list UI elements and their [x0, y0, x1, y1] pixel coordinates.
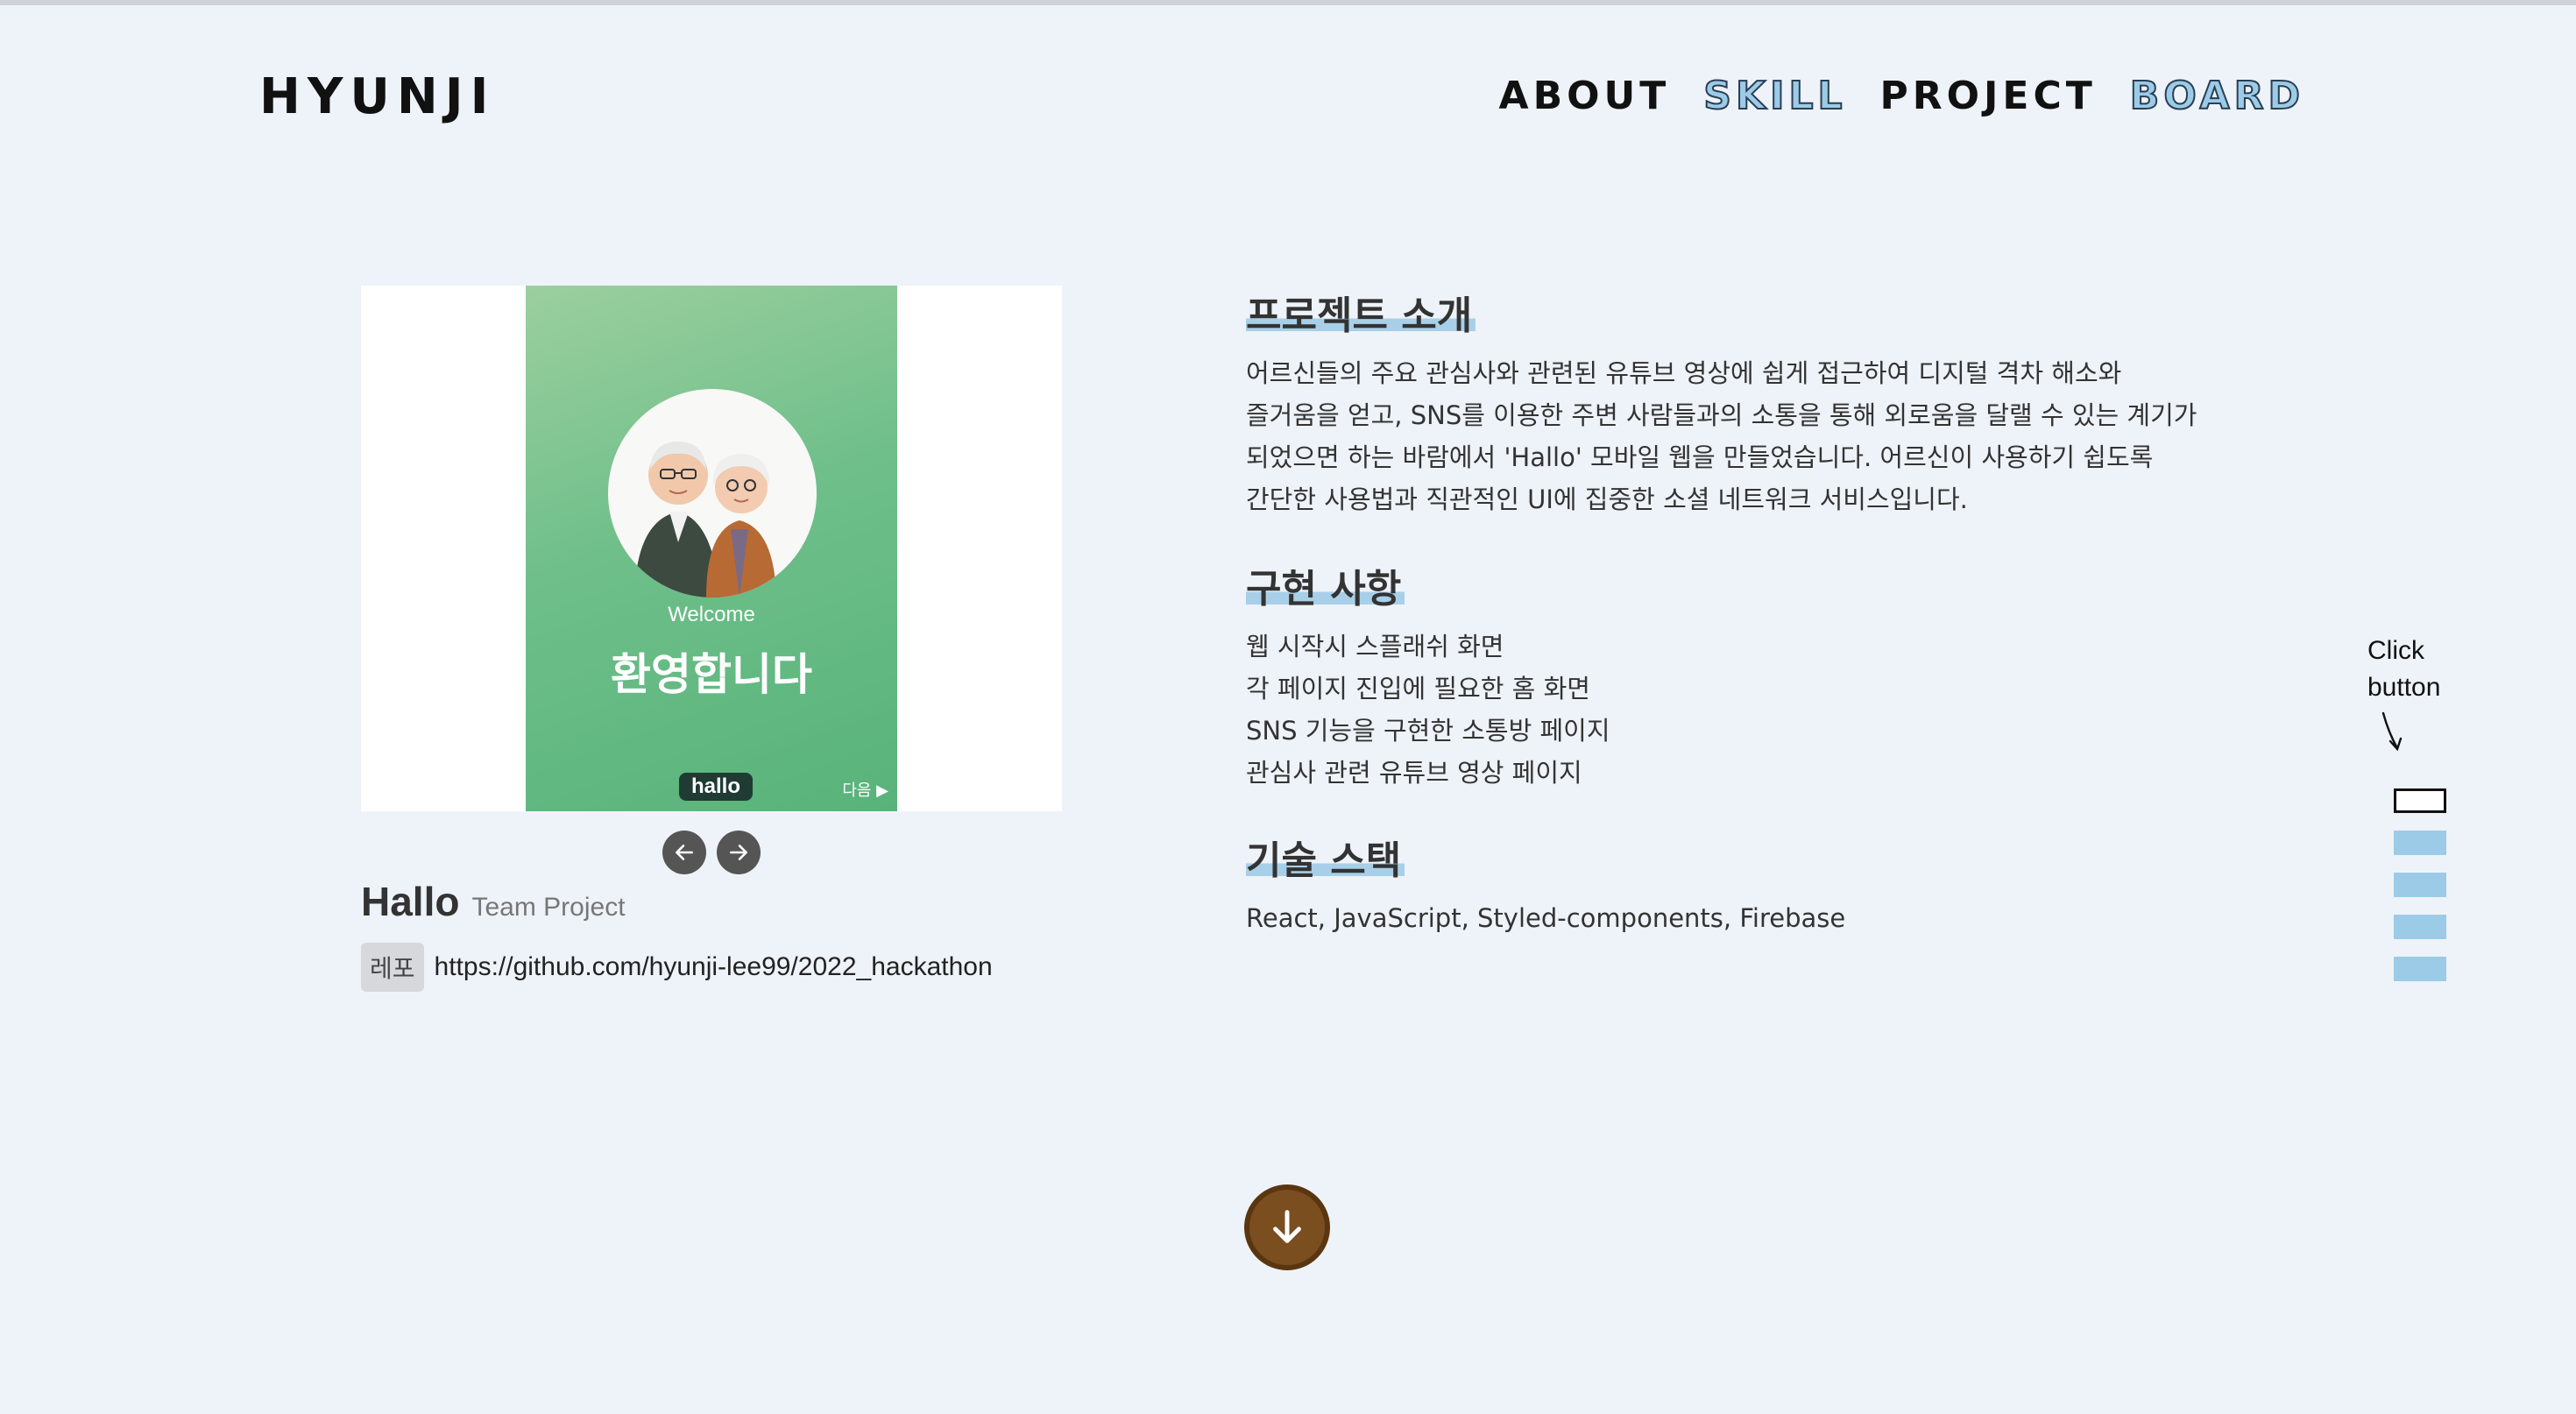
page-indicator-2[interactable]: [2394, 831, 2446, 855]
nav-skill[interactable]: SKILL: [1702, 73, 1846, 119]
list-item: 웹 시작시 스플래쉬 화면: [1246, 632, 1504, 661]
welcome-text: Welcome: [668, 603, 755, 626]
image-carousel-controls: [662, 831, 761, 874]
section-features: 구현 사항 웹 시작시 스플래쉬 화면 각 페이지 진입에 필요한 홈 화면 S…: [1246, 557, 1610, 794]
page-indicator-5[interactable]: [2394, 957, 2446, 981]
top-border: [0, 0, 2576, 5]
arrow-right-icon: [730, 845, 747, 860]
intro-line: 간단한 사용법과 직관적인 UI에 집중한 소셜 네트워크 서비스입니다.: [1246, 484, 1968, 514]
next-image-button[interactable]: [717, 831, 761, 874]
next-link: 다음 ▶: [842, 781, 888, 800]
list-item: 각 페이지 진입에 필요한 홈 화면: [1246, 674, 1590, 703]
repo-tag: 레포: [361, 943, 424, 992]
main-nav: ABOUT SKILL PROJECT BOARD: [1499, 73, 2304, 119]
project-name: Hallo: [361, 879, 460, 924]
project-screenshot: Welcome 환영합니다 hallo 다음 ▶: [526, 286, 897, 811]
prev-image-button[interactable]: [662, 831, 706, 874]
page-indicator-4[interactable]: [2394, 915, 2446, 939]
nav-about[interactable]: ABOUT: [1499, 74, 1671, 118]
click-hint: Click button: [2367, 633, 2440, 706]
repo-row: 레포 https://github.com/hyunji-lee99/2022_…: [361, 943, 993, 992]
hallo-logo-badge: hallo: [679, 773, 754, 801]
arrow-down-icon: [1273, 1210, 1301, 1243]
stack-title: 기술 스택: [1246, 829, 1405, 885]
hint-arrow-icon: [2381, 711, 2403, 752]
features-list: 웹 시작시 스플래쉬 화면 각 페이지 진입에 필요한 홈 화면 SNS 기능을…: [1246, 626, 1610, 794]
scroll-down-button[interactable]: [1244, 1184, 1330, 1270]
section-intro: 프로젝트 소개 어르신들의 주요 관심사와 관련된 유튜브 영상에 쉽게 접근하…: [1246, 284, 2227, 520]
section-stack: 기술 스택 React, JavaScript, Styled-componen…: [1246, 829, 2227, 939]
repo-link[interactable]: https://github.com/hyunji-lee99/2022_hac…: [435, 952, 993, 982]
hint-line: button: [2367, 673, 2441, 702]
elderly-couple-illustration: [608, 389, 817, 597]
nav-project[interactable]: PROJECT: [1880, 74, 2097, 118]
project-title: Hallo Team Project: [361, 878, 626, 925]
list-item: SNS 기능을 구현한 소통방 페이지: [1246, 716, 1610, 746]
intro-line: 되었으면 하는 바람에서 'Hallo' 모바일 웹을 만들었습니다. 어르신이…: [1246, 442, 2154, 472]
intro-line: 즐거움을 얻고, SNS를 이용한 주변 사람들과의 소통을 통해 외로움을 달…: [1246, 400, 2197, 430]
welcome-korean-text: 환영합니다: [611, 649, 812, 700]
arrow-left-icon: [676, 845, 693, 860]
stack-text: React, JavaScript, Styled-components, Fi…: [1246, 903, 1846, 933]
intro-title: 프로젝트 소개: [1246, 284, 1476, 340]
intro-text: 어르신들의 주요 관심사와 관련된 유튜브 영상에 쉽게 접근하여 디지털 격차…: [1246, 352, 2227, 520]
features-title: 구현 사항: [1246, 557, 1405, 613]
page-indicator-1[interactable]: [2394, 788, 2446, 813]
project-page-indicators: [2394, 788, 2446, 981]
page-indicator-3[interactable]: [2394, 873, 2446, 897]
project-type: Team Project: [471, 893, 626, 922]
hint-line: Click: [2367, 636, 2424, 665]
project-image-card: Welcome 환영합니다 hallo 다음 ▶: [361, 286, 1062, 811]
site-logo[interactable]: HYUNJI: [259, 68, 495, 125]
nav-board[interactable]: BOARD: [2129, 73, 2304, 119]
list-item: 관심사 관련 유튜브 영상 페이지: [1246, 758, 1582, 788]
intro-line: 어르신들의 주요 관심사와 관련된 유튜브 영상에 쉽게 접근하여 디지털 격차…: [1246, 358, 2122, 388]
